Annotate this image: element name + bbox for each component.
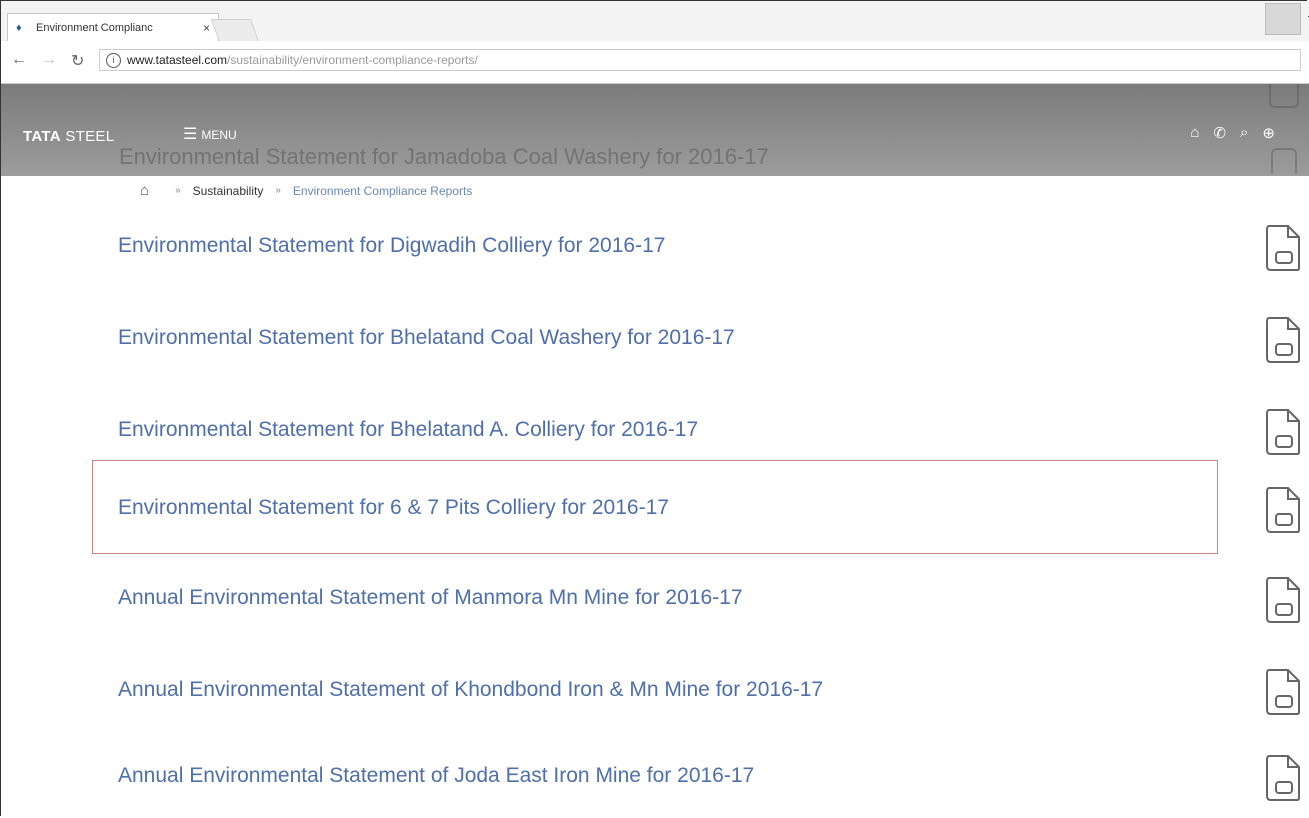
- list-item: Environmental Statement for Digwadih Col…: [118, 218, 1309, 288]
- reload-icon[interactable]: ↻: [71, 51, 84, 71]
- list-item: Environmental Statement for Bhelatand Co…: [118, 310, 1309, 380]
- report-link[interactable]: Environmental Statement for Bhelatand A.…: [118, 418, 698, 442]
- browser-tab[interactable]: ♦ Environment Complianc ×: [7, 13, 219, 41]
- scrolled-report-title: Environmental Statement for Jamadoba Coa…: [119, 144, 769, 169]
- breadcrumb-separator: »: [275, 185, 281, 196]
- document-icon[interactable]: [1264, 316, 1302, 364]
- document-icon: [1271, 148, 1297, 174]
- report-link[interactable]: Environmental Statement for 6 & 7 Pits C…: [118, 496, 669, 520]
- list-item: Annual Environmental Statement of Khondb…: [118, 662, 1309, 732]
- document-icon[interactable]: [1264, 486, 1302, 534]
- url-host: www.tatasteel.com: [127, 53, 228, 67]
- document-icon[interactable]: [1264, 668, 1302, 716]
- url-path: /sustainability/environment-compliance-r…: [227, 53, 478, 67]
- tata-favicon-icon: ♦: [16, 21, 22, 34]
- document-icon[interactable]: [1264, 576, 1302, 624]
- logo-rest: STEEL: [60, 128, 115, 145]
- hamburger-icon: ☰: [183, 126, 198, 143]
- document-icon[interactable]: [1264, 224, 1302, 272]
- forward-arrow-icon[interactable]: →: [41, 51, 57, 69]
- list-item: Environmental Statement for 6 & 7 Pits C…: [118, 480, 1309, 550]
- document-icon: [1269, 84, 1299, 108]
- list-item: Environmental Statement for Bhelatand A.…: [118, 402, 1309, 472]
- breadcrumb-current: Environment Compliance Reports: [292, 183, 473, 198]
- browser-toolbar: ← → ↻ i www.tatasteel.com/sustainability…: [1, 41, 1309, 84]
- info-icon[interactable]: i: [106, 52, 121, 68]
- report-link[interactable]: Annual Environmental Statement of Khondb…: [118, 678, 823, 702]
- close-icon[interactable]: ×: [203, 21, 210, 35]
- report-link[interactable]: Annual Environmental Statement of Joda E…: [118, 764, 754, 788]
- site-header: Environmental Statement for Jamadoba Coa…: [1, 84, 1309, 176]
- browser-tab-strip: ♦ Environment Complianc ×: [1, 1, 1309, 42]
- phone-icon[interactable]: ✆: [1213, 124, 1226, 142]
- breadcrumb-separator: »: [175, 185, 181, 196]
- search-icon[interactable]: ⌕: [1240, 124, 1248, 142]
- header-icons: ⌂ ✆ ⌕ ⊕: [1190, 124, 1275, 142]
- globe-icon[interactable]: ⊕: [1262, 124, 1275, 142]
- report-link[interactable]: Environmental Statement for Digwadih Col…: [118, 234, 665, 258]
- menu-label: MENU: [201, 128, 237, 142]
- back-arrow-icon[interactable]: ←: [11, 51, 27, 69]
- list-item: Annual Environmental Statement of Joda E…: [118, 748, 1309, 818]
- menu-button[interactable]: ☰ MENU: [183, 126, 237, 143]
- report-link[interactable]: Annual Environmental Statement of Manmor…: [118, 586, 743, 610]
- document-icon[interactable]: [1264, 754, 1302, 802]
- report-link[interactable]: Environmental Statement for Bhelatand Co…: [118, 326, 735, 350]
- list-item: Annual Environmental Statement of Manmor…: [118, 570, 1309, 640]
- profile-button[interactable]: [1265, 3, 1309, 35]
- breadcrumb-sustainability[interactable]: Sustainability: [193, 184, 264, 198]
- home-icon[interactable]: ⌂: [1190, 124, 1199, 142]
- breadcrumb: ⌂ » Sustainability » Environment Complia…: [140, 182, 472, 199]
- new-tab-button[interactable]: [210, 19, 260, 42]
- logo-bold: TATA: [23, 128, 61, 145]
- tata-steel-logo[interactable]: TATA STEEL: [23, 128, 114, 145]
- address-bar[interactable]: i www.tatasteel.com/sustainability/envir…: [99, 49, 1301, 71]
- home-icon[interactable]: ⌂: [140, 182, 149, 199]
- tab-title: Environment Complianc: [36, 21, 153, 34]
- document-icon[interactable]: [1264, 408, 1302, 456]
